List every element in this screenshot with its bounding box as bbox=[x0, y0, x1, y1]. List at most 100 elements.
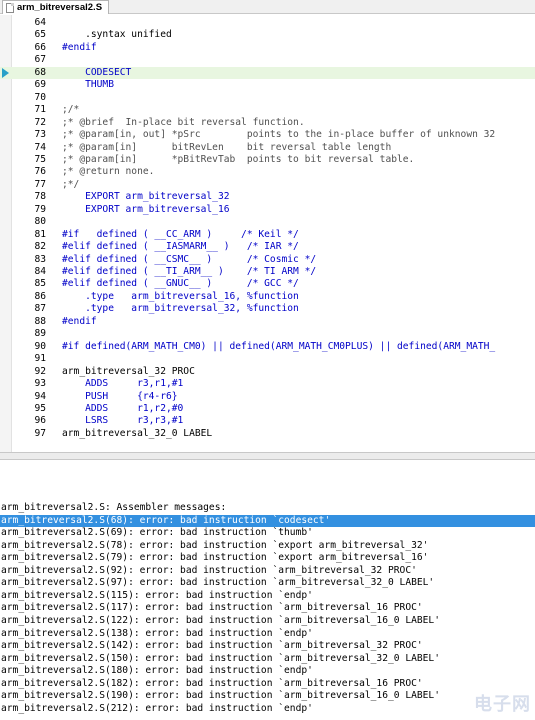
watermark-logo: 电子网 bbox=[474, 694, 531, 714]
output-message[interactable]: arm_bitreversal2.S(150): error: bad inst… bbox=[0, 653, 535, 666]
code-text: EXPORT arm_bitreversal_32 bbox=[62, 191, 230, 203]
code-line[interactable]: 87 .type arm_bitreversal_32, %function bbox=[0, 303, 535, 315]
line-number: 75 bbox=[34, 153, 46, 165]
code-line[interactable]: 64 bbox=[0, 17, 535, 29]
code-text: #elif defined ( __TI_ARM__ ) /* TI ARM *… bbox=[62, 266, 317, 277]
code-text: #elif defined ( __CSMC__ ) /* Cosmic */ bbox=[62, 253, 317, 265]
code-line[interactable]: 78 EXPORT arm_bitreversal_32 bbox=[0, 191, 535, 203]
code-text: THUMB bbox=[62, 79, 114, 91]
line-number: 68 bbox=[34, 66, 46, 78]
code-line[interactable]: 65 .syntax unified bbox=[0, 29, 535, 41]
code-line[interactable]: 82 #elif defined ( __IASMARM__ ) /* IAR *… bbox=[0, 241, 535, 253]
code-line[interactable]: 96 LSRS r3,r3,#1 bbox=[0, 415, 535, 427]
output-message[interactable]: arm_bitreversal2.S(122): error: bad inst… bbox=[0, 615, 535, 628]
output-message[interactable]: arm_bitreversal2.S(69): error: bad instr… bbox=[0, 527, 535, 540]
code-text: #endif bbox=[62, 41, 97, 53]
line-number: 70 bbox=[34, 91, 46, 103]
output-message[interactable]: arm_bitreversal2.S(182): error: bad inst… bbox=[0, 678, 535, 691]
code-text: ;* @return none. bbox=[62, 166, 155, 178]
code-line[interactable]: 85 #elif defined ( __GNUC__ ) /* GCC */ bbox=[0, 278, 535, 290]
file-tab[interactable]: arm_bitreversal2.S bbox=[2, 0, 110, 14]
code-line[interactable]: 79 EXPORT arm_bitreversal_16 bbox=[0, 204, 535, 216]
code-text: EXPORT arm_bitreversal_16 bbox=[62, 203, 230, 215]
line-number: 72 bbox=[34, 116, 46, 128]
code-line[interactable]: 90 #if defined(ARM_MATH_CM0) || defined(A… bbox=[0, 341, 535, 353]
line-number: 95 bbox=[34, 402, 46, 414]
output-message[interactable]: arm_bitreversal2.S(117): error: bad inst… bbox=[0, 602, 535, 615]
code-text: LSRS r3,r3,#1 bbox=[62, 415, 184, 427]
line-number: 64 bbox=[34, 17, 46, 28]
code-text: ADDS r1,r2,#0 bbox=[62, 402, 184, 414]
output-message[interactable]: arm_bitreversal2.S(92): error: bad instr… bbox=[0, 565, 535, 578]
code-line[interactable]: 84 #elif defined ( __TI_ARM__ ) /* TI ARM… bbox=[0, 266, 535, 278]
editor-tab-bar: arm_bitreversal2.S bbox=[0, 0, 535, 14]
code-line[interactable]: 92 arm_bitreversal_32 PROC bbox=[0, 366, 535, 378]
line-number: 81 bbox=[34, 228, 46, 240]
code-text: #elif defined ( __IASMARM__ ) /* IAR */ bbox=[62, 241, 299, 253]
output-message[interactable]: arm_bitreversal2.S(212): error: bad inst… bbox=[0, 703, 535, 716]
file-tab-label: arm_bitreversal2.S bbox=[17, 2, 103, 13]
code-line[interactable]: 70 bbox=[0, 92, 535, 104]
code-line[interactable]: 93 ADDS r3,r1,#1 bbox=[0, 378, 535, 390]
pane-splitter[interactable] bbox=[0, 452, 535, 460]
line-number: 83 bbox=[34, 253, 46, 265]
code-editor[interactable]: 64 65 .syntax unified 66 #endif 67 68 CODESEC… bbox=[0, 15, 535, 452]
code-line[interactable]: 86 .type arm_bitreversal_16, %function bbox=[0, 291, 535, 303]
output-message[interactable]: arm_bitreversal2.S(78): error: bad instr… bbox=[0, 540, 535, 553]
code-line[interactable]: 66 #endif bbox=[0, 42, 535, 54]
line-number: 66 bbox=[34, 41, 46, 53]
code-line[interactable]: 67 bbox=[0, 54, 535, 66]
output-message[interactable]: arm_bitreversal2.S(190): error: bad inst… bbox=[0, 690, 535, 703]
code-line[interactable]: 68 CODESECT bbox=[0, 66, 535, 80]
line-number: 80 bbox=[34, 216, 46, 228]
code-text: ;* @param[in] *pBitRevTab points to bit … bbox=[62, 153, 415, 165]
output-message[interactable]: arm_bitreversal2.S(138): error: bad inst… bbox=[0, 628, 535, 641]
line-number: 82 bbox=[34, 241, 46, 253]
code-line[interactable]: 73 ;* @param[in, out] *pSrc points to the… bbox=[0, 129, 535, 141]
code-line[interactable]: 83 #elif defined ( __CSMC__ ) /* Cosmic *… bbox=[0, 254, 535, 266]
line-number: 89 bbox=[34, 328, 46, 340]
code-line[interactable]: 88 #endif bbox=[0, 316, 535, 328]
line-number: 67 bbox=[34, 54, 46, 66]
line-number: 91 bbox=[34, 353, 46, 365]
line-number: 69 bbox=[34, 79, 46, 91]
line-number: 65 bbox=[34, 29, 46, 41]
code-text: ;* @brief In-place bit reversal function… bbox=[62, 116, 305, 128]
line-number: 96 bbox=[34, 415, 46, 427]
code-line[interactable]: 95 ADDS r1,r2,#0 bbox=[0, 403, 535, 415]
code-line[interactable]: 94 PUSH {r4-r6} bbox=[0, 391, 535, 403]
code-line[interactable]: 89 bbox=[0, 328, 535, 340]
line-number: 94 bbox=[34, 390, 46, 402]
build-output-pane[interactable]: arm_bitreversal2.S: Assembler messages: a… bbox=[0, 460, 535, 720]
output-message[interactable]: arm_bitreversal2.S(115): error: bad inst… bbox=[0, 590, 535, 603]
code-line[interactable]: 77 ;*/ bbox=[0, 179, 535, 191]
code-line[interactable]: 75 ;* @param[in] *pBitRevTab points to bi… bbox=[0, 154, 535, 166]
output-message[interactable]: arm_bitreversal2.S: Assembler messages: bbox=[0, 502, 535, 515]
file-icon bbox=[6, 2, 14, 13]
code-line[interactable]: 97 arm_bitreversal_32_0 LABEL bbox=[0, 428, 535, 440]
code-line[interactable]: 81 #if defined ( __CC_ARM ) /* Keil */ bbox=[0, 229, 535, 241]
line-number: 93 bbox=[34, 378, 46, 390]
line-number: 86 bbox=[34, 290, 46, 302]
line-number: 92 bbox=[34, 365, 46, 377]
code-text: CODESECT bbox=[62, 66, 132, 78]
code-line[interactable]: 72 ;* @brief In-place bit reversal functi… bbox=[0, 117, 535, 129]
output-message[interactable]: arm_bitreversal2.S(68): error: bad instr… bbox=[0, 514, 535, 528]
code-line[interactable]: 80 bbox=[0, 216, 535, 228]
output-message[interactable]: arm_bitreversal2.S(97): error: bad instr… bbox=[0, 577, 535, 590]
line-number: 85 bbox=[34, 278, 46, 290]
code-text: #endif bbox=[62, 315, 97, 327]
code-line[interactable]: 74 ;* @param[in] bitRevLen bit reversal t… bbox=[0, 142, 535, 154]
code-line[interactable]: 91 bbox=[0, 353, 535, 365]
line-number: 90 bbox=[34, 340, 46, 352]
code-text: .type arm_bitreversal_32, %function bbox=[62, 303, 299, 315]
output-message[interactable]: arm_bitreversal2.S(79): error: bad instr… bbox=[0, 552, 535, 565]
code-text: ;* @param[in, out] *pSrc points to the i… bbox=[62, 129, 496, 141]
code-line[interactable]: 69 THUMB bbox=[0, 79, 535, 91]
output-message[interactable]: arm_bitreversal2.S(180): error: bad inst… bbox=[0, 665, 535, 678]
code-line[interactable]: 76 ;* @return none. bbox=[0, 166, 535, 178]
code-line[interactable]: 71 ;/* bbox=[0, 104, 535, 116]
output-message[interactable]: arm_bitreversal2.S(142): error: bad inst… bbox=[0, 640, 535, 653]
code-text: arm_bitreversal_32_0 LABEL bbox=[62, 427, 213, 439]
code-text: #elif defined ( __GNUC__ ) /* GCC */ bbox=[62, 278, 299, 290]
